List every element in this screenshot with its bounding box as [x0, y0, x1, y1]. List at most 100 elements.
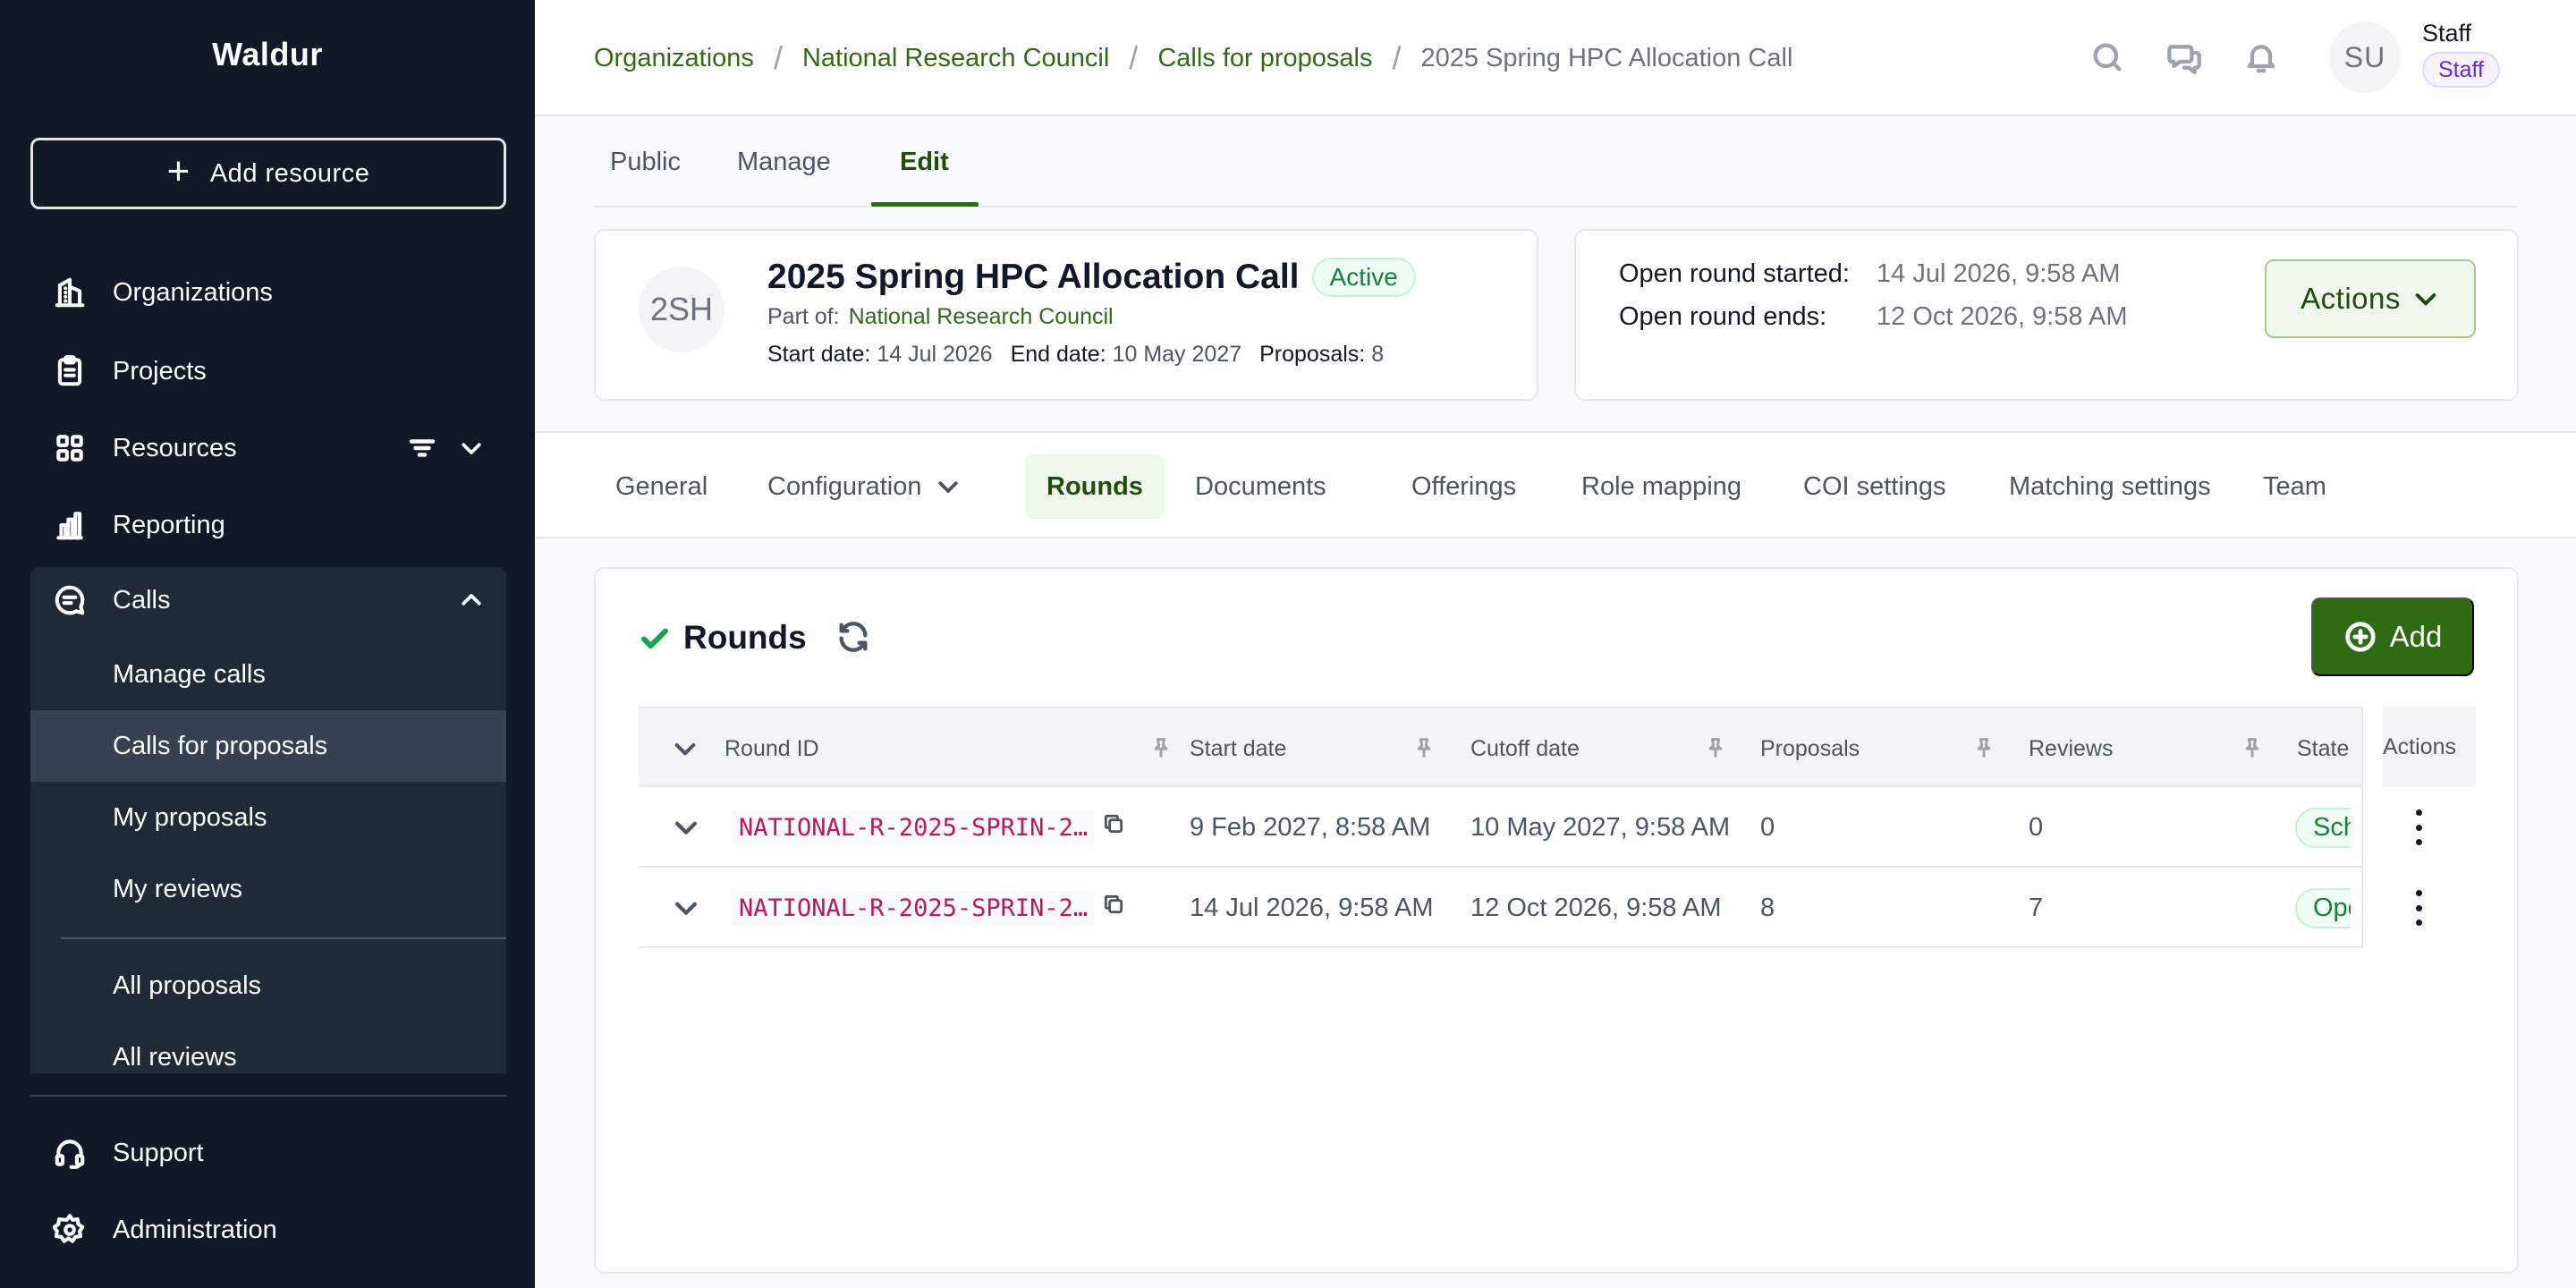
breadcrumb: Organizations / National Research Counci…: [594, 39, 1792, 77]
sidebar-subitem-all-reviews[interactable]: All reviews: [30, 1021, 506, 1073]
sidebar-item-label: Projects: [113, 356, 207, 386]
tab-role-mapping[interactable]: Role mapping: [1560, 454, 1763, 519]
part-of-link[interactable]: National Research Council: [849, 304, 1114, 329]
tab-team[interactable]: Team: [2241, 454, 2348, 519]
plus-icon: +: [166, 149, 191, 193]
sidebar-item-projects[interactable]: Projects: [30, 338, 506, 404]
tab-documents[interactable]: Documents: [1174, 454, 1348, 519]
pin-icon[interactable]: [1148, 735, 1175, 762]
rounds-panel: Rounds Add Round ID Start date Cutoff da…: [594, 567, 2519, 1274]
section-tabs: General Configuration Rounds Documents O…: [535, 431, 2576, 538]
pin-icon[interactable]: [1971, 735, 1998, 762]
gear-icon: [52, 1212, 88, 1248]
add-round-button[interactable]: Add: [2311, 597, 2474, 676]
tab-offerings[interactable]: Offerings: [1390, 454, 1538, 519]
start-date-cell: 9 Feb 2027, 8:58 AM: [1190, 812, 1431, 842]
copy-icon[interactable]: [1102, 812, 1125, 843]
breadcrumb-separator: /: [1129, 39, 1139, 76]
chevron-up-icon[interactable]: [458, 587, 485, 614]
tab-matching-settings[interactable]: Matching settings: [1987, 454, 2233, 519]
round-id-cell: NATIONAL-R-2025-SPRIN-2…: [732, 787, 1125, 868]
active-tab-indicator: [871, 202, 979, 207]
round-info-card: Open round started: 14 Jul 2026, 9:58 AM…: [1574, 229, 2519, 401]
call-avatar: 2SH: [639, 267, 724, 352]
sidebar-item-support[interactable]: Support: [30, 1120, 506, 1186]
sidebar-subitem-manage-calls[interactable]: Manage calls: [30, 639, 506, 710]
submenu-divider: [61, 937, 506, 939]
end-date-label: End date:: [1010, 342, 1106, 367]
breadcrumb-organizations[interactable]: Organizations: [594, 44, 754, 73]
filter-icon[interactable]: [406, 432, 438, 464]
sidebar-item-administration[interactable]: Administration: [30, 1197, 506, 1263]
brand-logo[interactable]: Waldur: [0, 36, 535, 73]
pin-icon[interactable]: [1703, 735, 1730, 762]
call-title: 2025 Spring HPC Allocation Call Active: [767, 258, 1416, 297]
column-header-reviews[interactable]: Reviews: [2029, 708, 2113, 789]
grid-icon: [52, 430, 88, 466]
column-header-cutoff-date[interactable]: Cutoff date: [1470, 708, 1580, 789]
sidebar-item-organizations[interactable]: Organizations: [30, 259, 506, 326]
cutoff-date-cell: 10 May 2027, 9:58 AM: [1470, 812, 1731, 842]
refresh-icon[interactable]: [835, 619, 875, 658]
sidebar-subitem-calls-for-proposals[interactable]: Calls for proposals: [30, 710, 506, 782]
row-actions-kebab-icon[interactable]: [2406, 809, 2431, 845]
start-date-value: 14 Jul 2026: [877, 342, 993, 367]
top-header: Organizations / National Research Counci…: [535, 0, 2576, 116]
reviews-cell: 7: [2029, 893, 2044, 922]
row-expand-toggle[interactable]: [671, 787, 701, 868]
pin-icon[interactable]: [2240, 735, 2267, 762]
breadcrumb-separator: /: [773, 39, 783, 76]
tab-configuration[interactable]: Configuration: [746, 454, 983, 519]
sidebar-item-label: Reporting: [113, 510, 225, 539]
tab-manage[interactable]: Manage: [737, 116, 831, 208]
user-avatar[interactable]: SU: [2329, 21, 2401, 93]
row-actions-kebab-icon[interactable]: [2406, 890, 2431, 926]
tab-rounds[interactable]: Rounds: [1025, 454, 1165, 519]
sidebar-item-reporting[interactable]: Reporting: [30, 492, 506, 558]
proposals-label: Proposals:: [1259, 342, 1366, 367]
sidebar-subitem-my-proposals[interactable]: My proposals: [30, 782, 506, 853]
open-round-started-label: Open round started:: [1619, 259, 1850, 288]
breadcrumb-calls-for-proposals[interactable]: Calls for proposals: [1157, 44, 1372, 73]
row-expand-toggle[interactable]: [671, 868, 701, 948]
expand-all-toggle[interactable]: [671, 708, 699, 789]
open-round-started-value: 14 Jul 2026, 9:58 AM: [1877, 259, 2121, 288]
start-date-cell: 14 Jul 2026, 9:58 AM: [1190, 893, 1434, 922]
column-header-round-id[interactable]: Round ID: [724, 708, 819, 789]
chevron-down-icon[interactable]: [458, 435, 485, 462]
tab-public[interactable]: Public: [610, 116, 681, 208]
actions-dropdown-button[interactable]: Actions: [2265, 259, 2476, 338]
sidebar-item-label: Support: [113, 1138, 204, 1167]
table-header: Round ID Start date Cutoff date Proposal…: [639, 707, 2474, 787]
sidebar-item-label: Organizations: [113, 277, 273, 307]
search-icon[interactable]: [2089, 39, 2129, 79]
chat-icon: [52, 582, 88, 618]
sidebar-item-calls[interactable]: Calls: [30, 567, 506, 633]
bar-chart-icon: [52, 507, 88, 543]
column-header-proposals[interactable]: Proposals: [1760, 708, 1860, 789]
state-column: Sche Ope: [2295, 707, 2351, 948]
sidebar-subitem-all-proposals[interactable]: All proposals: [30, 950, 506, 1021]
breadcrumb-current: 2025 Spring HPC Allocation Call: [1420, 43, 1793, 72]
column-header-start-date[interactable]: Start date: [1190, 708, 1286, 789]
table-row: NATIONAL-R-2025-SPRIN-2… 14 Jul 2026, 9:…: [639, 868, 2474, 948]
status-badge: Active: [1311, 258, 1416, 297]
proposals-value: 8: [1371, 342, 1385, 367]
tab-general[interactable]: General: [594, 454, 729, 519]
copy-icon[interactable]: [1102, 893, 1125, 923]
add-resource-label: Add resource: [209, 158, 370, 188]
tab-edit[interactable]: Edit: [900, 116, 949, 208]
messages-icon[interactable]: [2166, 39, 2206, 79]
add-resource-button[interactable]: + Add resource: [30, 138, 506, 209]
sidebar-subitem-my-reviews[interactable]: My reviews: [30, 853, 506, 925]
open-round-ends-value: 12 Oct 2026, 9:58 AM: [1877, 302, 2128, 331]
view-tabs: Public Manage Edit: [594, 116, 2517, 208]
pin-icon[interactable]: [1411, 735, 1438, 762]
sidebar-item-resources[interactable]: Resources: [30, 415, 506, 481]
round-id: NATIONAL-R-2025-SPRIN-2…: [732, 890, 1096, 926]
bell-icon[interactable]: [2243, 39, 2283, 79]
chevron-down-icon: [674, 743, 696, 756]
actions-label: Actions: [2301, 282, 2401, 315]
tab-coi-settings[interactable]: COI settings: [1782, 454, 1968, 519]
breadcrumb-organization[interactable]: National Research Council: [802, 44, 1109, 73]
